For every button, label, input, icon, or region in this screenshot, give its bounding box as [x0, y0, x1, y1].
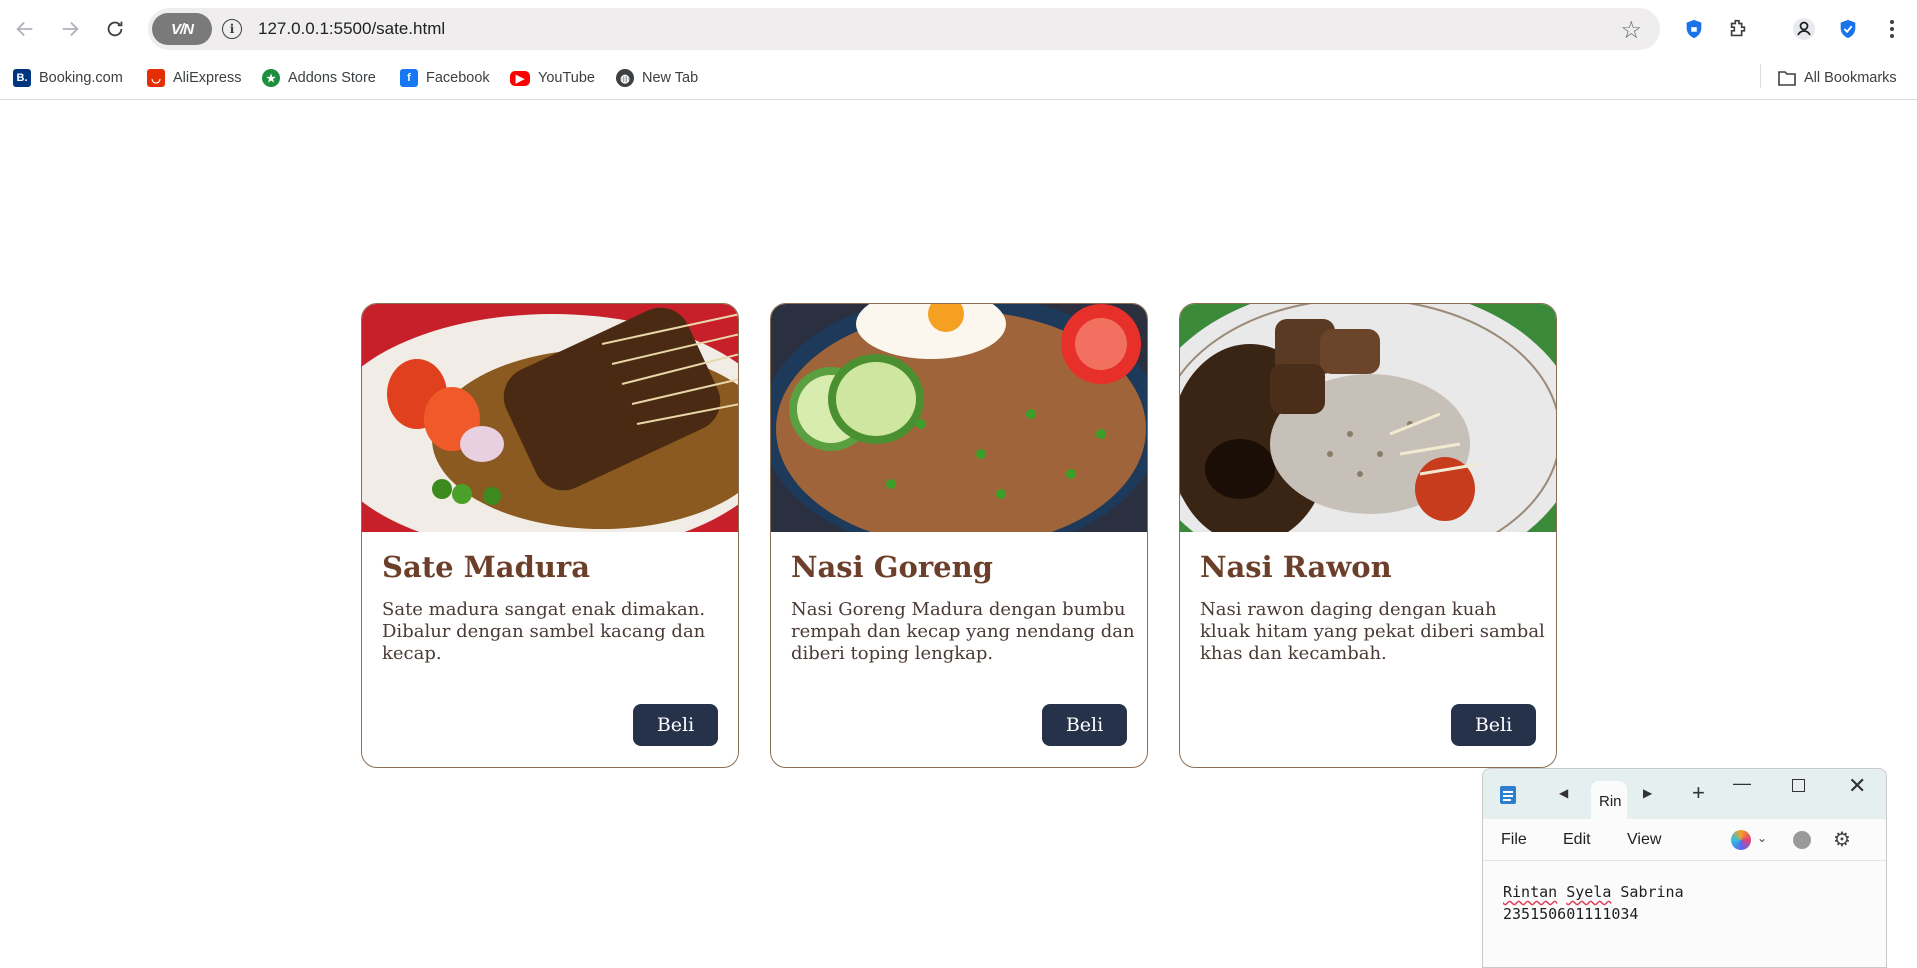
- notepad-tab[interactable]: Rin: [1591, 781, 1627, 819]
- buy-button[interactable]: Beli: [1451, 704, 1536, 746]
- text-word: Syela: [1566, 883, 1612, 901]
- notepad-titlebar: ◀ Rin ▶ + — ✕: [1483, 769, 1886, 819]
- product-card-sate-madura: Sate Madura Sate madura sangat enak dima…: [361, 303, 739, 768]
- bookmark-youtube[interactable]: ▶ YouTube: [510, 66, 595, 90]
- buy-button[interactable]: Beli: [1042, 704, 1127, 746]
- card-title: Nasi Goreng: [791, 550, 993, 584]
- security-shield-icon[interactable]: [1832, 13, 1864, 45]
- tab-scroll-right-icon[interactable]: ▶: [1643, 786, 1652, 800]
- product-card-nasi-rawon: Nasi Rawon Nasi rawon daging dengan kuah…: [1179, 303, 1557, 768]
- facebook-icon: f: [400, 69, 418, 87]
- card-title: Nasi Rawon: [1200, 550, 1392, 584]
- notepad-window: ◀ Rin ▶ + — ✕ File Edit View ⌄ ⚙ Rintan …: [1482, 768, 1887, 968]
- addons-icon: ★: [262, 69, 280, 87]
- notepad-line-2: 235150601111034: [1503, 905, 1639, 923]
- menu-edit[interactable]: Edit: [1563, 831, 1591, 849]
- bookmarks-bar: B. Booking.com ◡ AliExpress ★ Addons Sto…: [0, 58, 1917, 100]
- url-text[interactable]: 127.0.0.1:5500/sate.html: [258, 19, 445, 39]
- bookmark-aliexpress[interactable]: ◡ AliExpress: [147, 66, 242, 90]
- bookmark-addons[interactable]: ★ Addons Store: [262, 66, 376, 90]
- card-description: Sate madura sangat enak dimakan. Dibalur…: [382, 599, 706, 664]
- nasi-goreng-image: [771, 304, 1147, 532]
- sate-madura-image: [362, 304, 738, 532]
- menu-view[interactable]: View: [1627, 831, 1661, 849]
- forward-arrow-icon: [62, 21, 79, 37]
- all-bookmarks[interactable]: All Bookmarks: [1778, 66, 1897, 90]
- notepad-menubar: File Edit View ⌄ ⚙: [1483, 819, 1886, 861]
- menu-kebab-icon[interactable]: [1876, 13, 1908, 45]
- booking-icon: B.: [13, 69, 31, 87]
- youtube-icon: ▶: [510, 70, 530, 86]
- settings-gear-icon[interactable]: ⚙: [1833, 827, 1851, 852]
- notepad-content[interactable]: Rintan Syela Sabrina 235150601111034: [1503, 881, 1684, 925]
- bookmark-label: Booking.com: [39, 70, 123, 86]
- text-word: Rintan: [1503, 883, 1558, 901]
- all-bookmarks-label: All Bookmarks: [1804, 70, 1897, 86]
- bookmark-label: YouTube: [538, 70, 595, 86]
- bookmark-new-tab[interactable]: ◍ New Tab: [616, 66, 698, 90]
- tab-scroll-left-icon[interactable]: ◀: [1559, 786, 1568, 800]
- bookmarks-separator: [1760, 64, 1761, 88]
- reload-button[interactable]: [98, 12, 132, 46]
- nasi-rawon-image: [1180, 304, 1556, 532]
- copilot-icon[interactable]: [1731, 830, 1751, 850]
- bookmark-booking[interactable]: B. Booking.com: [13, 66, 123, 90]
- notepad-app-icon: [1500, 786, 1516, 804]
- card-title: Sate Madura: [382, 550, 590, 584]
- product-card-nasi-goreng: Nasi Goreng Nasi Goreng Madura dengan bu…: [770, 303, 1148, 768]
- card-description: Nasi Goreng Madura dengan bumbu rempah d…: [791, 599, 1135, 664]
- account-icon[interactable]: [1793, 831, 1811, 849]
- forward-button[interactable]: [53, 12, 87, 46]
- bookmark-label: Facebook: [426, 70, 490, 86]
- text-word: Sabrina: [1620, 883, 1684, 901]
- browser-toolbar: V/N i 127.0.0.1:5500/sate.html ☆: [0, 0, 1917, 58]
- vpn-badge[interactable]: V/N: [152, 13, 212, 45]
- minimize-icon[interactable]: —: [1733, 773, 1751, 794]
- bookmark-label: Addons Store: [288, 70, 376, 86]
- aliexpress-icon: ◡: [147, 69, 165, 87]
- buy-button[interactable]: Beli: [633, 704, 718, 746]
- close-icon[interactable]: ✕: [1848, 773, 1866, 799]
- address-bar[interactable]: V/N i 127.0.0.1:5500/sate.html ☆: [148, 8, 1660, 50]
- globe-icon: ◍: [616, 69, 634, 87]
- card-description: Nasi rawon daging dengan kuah kluak hita…: [1200, 599, 1545, 664]
- menu-file[interactable]: File: [1501, 831, 1527, 849]
- folder-icon: [1778, 71, 1796, 86]
- bookmark-label: AliExpress: [173, 70, 242, 86]
- extensions-icon[interactable]: [1722, 13, 1754, 45]
- chevron-down-icon[interactable]: ⌄: [1757, 831, 1767, 845]
- bookmark-star-icon[interactable]: ☆: [1620, 16, 1642, 45]
- password-manager-icon[interactable]: [1678, 13, 1710, 45]
- bookmark-label: New Tab: [642, 70, 699, 86]
- site-info-icon[interactable]: i: [222, 19, 242, 39]
- back-button[interactable]: [8, 12, 42, 46]
- back-arrow-icon: [16, 21, 33, 37]
- profile-icon[interactable]: [1788, 13, 1820, 45]
- maximize-icon[interactable]: [1792, 779, 1805, 792]
- reload-icon: [107, 21, 123, 37]
- notepad-line-1: Rintan Syela Sabrina: [1503, 881, 1684, 903]
- bookmark-facebook[interactable]: f Facebook: [400, 66, 490, 90]
- new-tab-plus-icon[interactable]: +: [1692, 780, 1705, 806]
